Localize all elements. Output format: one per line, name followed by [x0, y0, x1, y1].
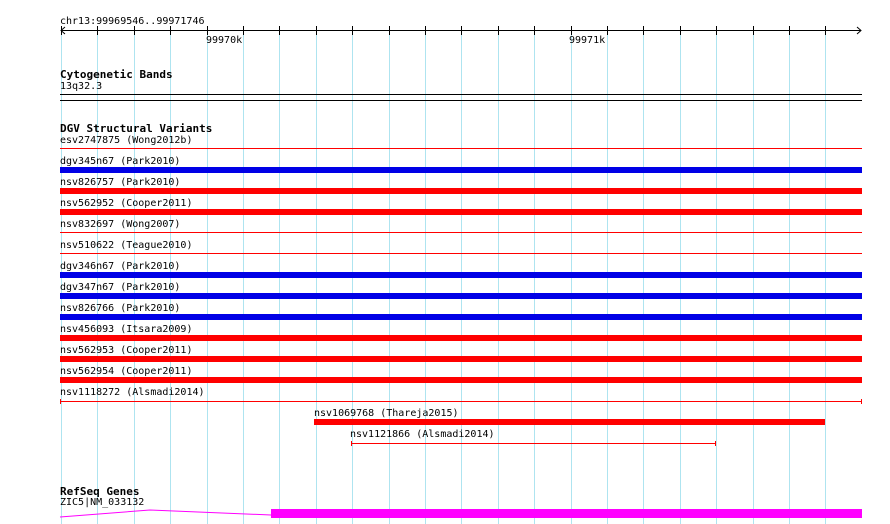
variant-label[interactable]: nsv456093 (Itsara2009) — [60, 324, 192, 336]
gene-exon[interactable] — [271, 509, 862, 518]
cytoband-track-title[interactable]: Cytogenetic Bands — [60, 68, 173, 81]
variant-label[interactable]: nsv1121866 (Alsmadi2014) — [350, 429, 495, 441]
variant-label[interactable]: nsv510622 (Teague2010) — [60, 240, 192, 252]
variant-label[interactable]: nsv826757 (Park2010) — [60, 177, 180, 189]
tick-label-99970k: 99970k — [206, 35, 243, 46]
locus-label: chr13:99969546..99971746 — [60, 16, 205, 27]
tick-label-99971k: 99971k — [569, 35, 606, 46]
dgv-track-title[interactable]: DGV Structural Variants — [60, 122, 212, 135]
variant-label[interactable]: esv2747875 (Wong2012b) — [60, 135, 192, 147]
variant-label[interactable]: dgv347n67 (Park2010) — [60, 282, 180, 294]
cytoband-label: 13q32.3 — [60, 81, 103, 92]
gene-label[interactable]: ZIC5|NM_033132 — [60, 497, 144, 509]
variant-label[interactable]: dgv345n67 (Park2010) — [60, 156, 180, 168]
variant-label[interactable]: nsv826766 (Park2010) — [60, 303, 180, 315]
variant-label[interactable]: nsv562952 (Cooper2011) — [60, 198, 192, 210]
variant-label[interactable]: nsv1118272 (Alsmadi2014) — [60, 387, 205, 399]
variant-label[interactable]: nsv562953 (Cooper2011) — [60, 345, 192, 357]
variant-label[interactable]: nsv562954 (Cooper2011) — [60, 366, 192, 378]
variant-label[interactable]: nsv1069768 (Thareja2015) — [314, 408, 459, 420]
gene-intron[interactable] — [59, 509, 272, 518]
variant-label[interactable]: nsv832697 (Wong2007) — [60, 219, 180, 231]
variant-label[interactable]: dgv346n67 (Park2010) — [60, 261, 180, 273]
